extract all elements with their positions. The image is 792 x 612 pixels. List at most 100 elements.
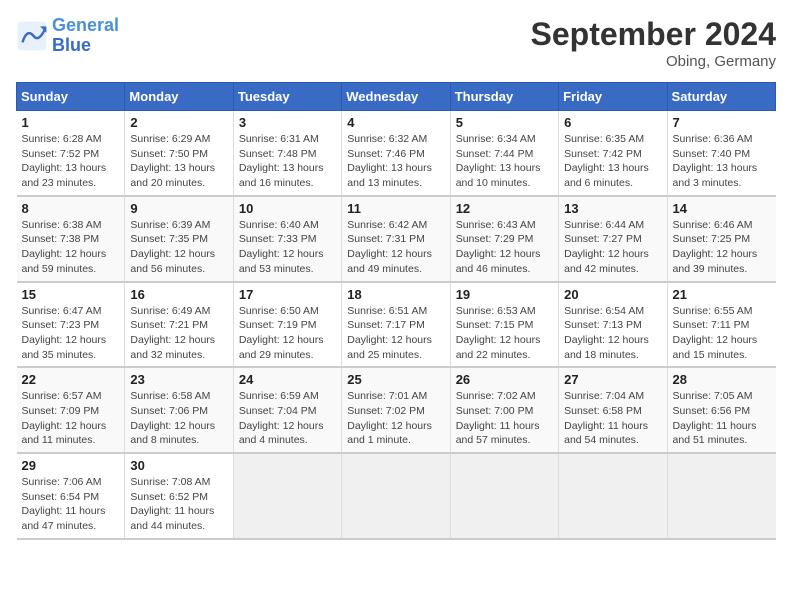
logo-text: General Blue [52,16,119,56]
day-info: Sunrise: 6:46 AMSunset: 7:25 PMDaylight:… [673,218,771,277]
calendar-table: SundayMondayTuesdayWednesdayThursdayFrid… [16,82,776,540]
day-info: Sunrise: 6:40 AMSunset: 7:33 PMDaylight:… [239,218,336,277]
day-info: Sunrise: 6:39 AMSunset: 7:35 PMDaylight:… [130,218,227,277]
calendar-week-row: 29Sunrise: 7:06 AMSunset: 6:54 PMDayligh… [17,453,776,539]
day-info: Sunrise: 6:55 AMSunset: 7:11 PMDaylight:… [673,304,771,363]
calendar-cell: 13 Sunrise: 6:44 AMSunset: 7:27 PMDayligh… [559,196,667,282]
day-number: 17 [239,287,336,302]
day-info: Sunrise: 7:01 AMSunset: 7:02 PMDaylight:… [347,389,444,448]
day-info: Sunrise: 6:50 AMSunset: 7:19 PMDaylight:… [239,304,336,363]
day-number: 11 [347,201,444,216]
day-number: 7 [673,115,771,130]
calendar-cell: 8Sunrise: 6:38 AMSunset: 7:38 PMDaylight… [17,196,125,282]
day-number: 10 [239,201,336,216]
day-info: Sunrise: 6:44 AMSunset: 7:27 PMDaylight:… [564,218,661,277]
day-info: Sunrise: 6:28 AMSunset: 7:52 PMDaylight:… [22,132,120,191]
day-info: Sunrise: 6:51 AMSunset: 7:17 PMDaylight:… [347,304,444,363]
day-number: 9 [130,201,227,216]
calendar-cell: 1 Sunrise: 6:28 AMSunset: 7:52 PMDaylight… [17,111,125,196]
calendar-week-row: 8Sunrise: 6:38 AMSunset: 7:38 PMDaylight… [17,196,776,282]
day-number: 30 [130,458,227,473]
weekday-header: Friday [559,83,667,111]
calendar-cell: 12 Sunrise: 6:43 AMSunset: 7:29 PMDayligh… [450,196,558,282]
day-number: 22 [22,372,120,387]
calendar-week-row: 15 Sunrise: 6:47 AMSunset: 7:23 PMDayligh… [17,282,776,368]
day-info: Sunrise: 6:35 AMSunset: 7:42 PMDaylight:… [564,132,661,191]
day-number: 27 [564,372,661,387]
day-info: Sunrise: 6:42 AMSunset: 7:31 PMDaylight:… [347,218,444,277]
weekday-header: Thursday [450,83,558,111]
day-info: Sunrise: 7:02 AMSunset: 7:00 PMDaylight:… [456,389,553,448]
day-info: Sunrise: 6:32 AMSunset: 7:46 PMDaylight:… [347,132,444,191]
day-number: 28 [673,372,771,387]
weekday-header: Monday [125,83,233,111]
day-number: 20 [564,287,661,302]
calendar-cell: 27 Sunrise: 7:04 AMSunset: 6:58 PMDayligh… [559,367,667,453]
calendar-cell: 28 Sunrise: 7:05 AMSunset: 6:56 PMDayligh… [667,367,775,453]
calendar-cell [233,453,341,539]
calendar-cell: 15 Sunrise: 6:47 AMSunset: 7:23 PMDayligh… [17,282,125,368]
calendar-cell: 22 Sunrise: 6:57 AMSunset: 7:09 PMDayligh… [17,367,125,453]
calendar-cell: 24 Sunrise: 6:59 AMSunset: 7:04 PMDayligh… [233,367,341,453]
day-number: 24 [239,372,336,387]
day-number: 13 [564,201,661,216]
calendar-cell: 23 Sunrise: 6:58 AMSunset: 7:06 PMDayligh… [125,367,233,453]
day-info: Sunrise: 6:47 AMSunset: 7:23 PMDaylight:… [22,304,120,363]
day-number: 29 [22,458,120,473]
day-number: 12 [456,201,553,216]
calendar-cell [559,453,667,539]
logo-icon [16,20,48,52]
calendar-cell: 29Sunrise: 7:06 AMSunset: 6:54 PMDayligh… [17,453,125,539]
day-info: Sunrise: 6:29 AMSunset: 7:50 PMDaylight:… [130,132,227,191]
calendar-cell [342,453,450,539]
calendar-cell: 10 Sunrise: 6:40 AMSunset: 7:33 PMDayligh… [233,196,341,282]
calendar-cell: 16 Sunrise: 6:49 AMSunset: 7:21 PMDayligh… [125,282,233,368]
day-number: 18 [347,287,444,302]
calendar-cell: 20 Sunrise: 6:54 AMSunset: 7:13 PMDayligh… [559,282,667,368]
calendar-cell: 4Sunrise: 6:32 AMSunset: 7:46 PMDaylight… [342,111,450,196]
calendar-cell: 9 Sunrise: 6:39 AMSunset: 7:35 PMDaylight… [125,196,233,282]
day-info: Sunrise: 6:49 AMSunset: 7:21 PMDaylight:… [130,304,227,363]
weekday-header: Wednesday [342,83,450,111]
calendar-cell: 5Sunrise: 6:34 AMSunset: 7:44 PMDaylight… [450,111,558,196]
day-number: 25 [347,372,444,387]
weekday-row: SundayMondayTuesdayWednesdayThursdayFrid… [17,83,776,111]
weekday-header: Sunday [17,83,125,111]
calendar-cell [667,453,775,539]
weekday-header: Saturday [667,83,775,111]
day-number: 6 [564,115,661,130]
calendar-cell: 30 Sunrise: 7:08 AMSunset: 6:52 PMDayligh… [125,453,233,539]
day-info: Sunrise: 6:43 AMSunset: 7:29 PMDaylight:… [456,218,553,277]
calendar-header: SundayMondayTuesdayWednesdayThursdayFrid… [17,83,776,111]
day-info: Sunrise: 6:54 AMSunset: 7:13 PMDaylight:… [564,304,661,363]
logo: General Blue [16,16,119,56]
day-number: 26 [456,372,553,387]
day-info: Sunrise: 7:05 AMSunset: 6:56 PMDaylight:… [673,389,771,448]
day-info: Sunrise: 6:57 AMSunset: 7:09 PMDaylight:… [22,389,120,448]
day-info: Sunrise: 7:08 AMSunset: 6:52 PMDaylight:… [130,475,227,534]
day-info: Sunrise: 6:53 AMSunset: 7:15 PMDaylight:… [456,304,553,363]
day-info: Sunrise: 6:58 AMSunset: 7:06 PMDaylight:… [130,389,227,448]
calendar-cell: 3Sunrise: 6:31 AMSunset: 7:48 PMDaylight… [233,111,341,196]
calendar-cell: 17 Sunrise: 6:50 AMSunset: 7:19 PMDayligh… [233,282,341,368]
day-number: 23 [130,372,227,387]
day-info: Sunrise: 6:38 AMSunset: 7:38 PMDaylight:… [22,218,120,277]
calendar-cell: 21 Sunrise: 6:55 AMSunset: 7:11 PMDayligh… [667,282,775,368]
month-title: September 2024 [531,16,776,53]
day-number: 15 [22,287,120,302]
calendar-cell: 11 Sunrise: 6:42 AMSunset: 7:31 PMDayligh… [342,196,450,282]
page-header: General Blue September 2024 Obing, Germa… [16,16,776,70]
day-info: Sunrise: 7:04 AMSunset: 6:58 PMDaylight:… [564,389,661,448]
day-info: Sunrise: 6:31 AMSunset: 7:48 PMDaylight:… [239,132,336,191]
day-info: Sunrise: 6:59 AMSunset: 7:04 PMDaylight:… [239,389,336,448]
day-number: 1 [22,115,120,130]
weekday-header: Tuesday [233,83,341,111]
calendar-cell: 14 Sunrise: 6:46 AMSunset: 7:25 PMDayligh… [667,196,775,282]
calendar-cell: 26 Sunrise: 7:02 AMSunset: 7:00 PMDayligh… [450,367,558,453]
calendar-week-row: 22 Sunrise: 6:57 AMSunset: 7:09 PMDayligh… [17,367,776,453]
day-number: 16 [130,287,227,302]
day-number: 14 [673,201,771,216]
day-number: 21 [673,287,771,302]
calendar-body: 1 Sunrise: 6:28 AMSunset: 7:52 PMDaylight… [17,111,776,539]
day-info: Sunrise: 6:36 AMSunset: 7:40 PMDaylight:… [673,132,771,191]
